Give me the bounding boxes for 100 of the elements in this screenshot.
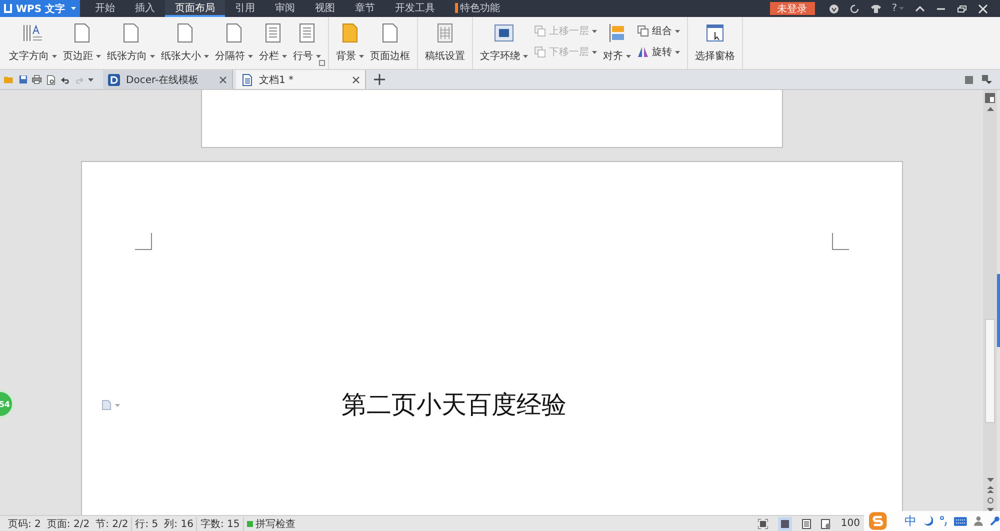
login-button[interactable]: 未登录: [770, 2, 815, 15]
ribbon-button[interactable]: 文字方向: [6, 20, 60, 69]
shirt-icon[interactable]: [870, 4, 881, 14]
page-icon: [74, 23, 90, 43]
layers-icon: [534, 25, 546, 37]
print-preview-icon[interactable]: [46, 74, 56, 86]
ribbon-button[interactable]: 纸张大小: [158, 20, 212, 69]
caret-icon: [592, 50, 597, 54]
panel-icon[interactable]: [965, 76, 973, 84]
ribbon-button[interactable]: 纸张方向: [104, 20, 158, 69]
page-text: 第二页小天百度经验: [342, 389, 566, 421]
tab-title: 文档1 *: [259, 74, 295, 86]
menu-tab[interactable]: 开发工具: [385, 0, 445, 17]
outline-view-icon[interactable]: [802, 518, 811, 528]
page-icon: [226, 23, 242, 43]
docer-logo-icon: [108, 74, 120, 86]
ribbon-button[interactable]: 页边距: [60, 20, 104, 69]
menu-tab[interactable]: 插入: [125, 0, 165, 17]
status-text: 节: 2/2: [94, 518, 130, 530]
lined-page-icon: [265, 23, 281, 43]
status-text: 字数: 15: [196, 516, 243, 530]
browse-object-icon[interactable]: [986, 497, 994, 504]
ime-mode[interactable]: 中: [904, 512, 917, 530]
document-tab[interactable]: 文档1 *: [236, 70, 366, 89]
caret-icon: [592, 30, 597, 32]
pane-icon: [706, 24, 724, 42]
fullscreen-icon[interactable]: [758, 518, 768, 528]
page-icon: [123, 23, 139, 43]
printer-icon[interactable]: [32, 74, 42, 85]
caret-icon: [626, 54, 631, 58]
close-icon[interactable]: [219, 76, 227, 84]
dropdown-icon[interactable]: [88, 78, 94, 82]
ribbon-button[interactable]: 行号: [290, 20, 324, 69]
caret-icon: [248, 54, 253, 58]
menu-tab[interactable]: 页面布局: [165, 0, 225, 17]
punctuation-icon[interactable]: [940, 516, 948, 526]
status-text: 列: 16: [163, 518, 194, 530]
ribbon-button[interactable]: 选择窗格: [692, 20, 738, 69]
caret-icon: [523, 54, 528, 58]
caret-icon: [204, 54, 209, 58]
previous-page-icon[interactable]: [986, 486, 994, 493]
ribbon-button[interactable]: 背景: [333, 20, 367, 69]
menu-tab[interactable]: 特色功能: [445, 0, 510, 17]
new-tab-icon[interactable]: [374, 74, 385, 85]
menu-tab[interactable]: 引用: [225, 0, 265, 17]
status-text: 页面: 2/2: [46, 518, 91, 530]
tab-title: Docer-在线模板: [126, 74, 200, 86]
keyboard-icon[interactable]: [954, 516, 968, 526]
ribbon-button[interactable]: 分栏: [256, 20, 290, 69]
page-icon: [177, 23, 193, 43]
collapse-icon[interactable]: [915, 4, 925, 12]
zoom-level[interactable]: 100: [840, 518, 860, 529]
caret-icon: [52, 54, 57, 58]
picture-frame-icon: [494, 24, 514, 42]
split-icon[interactable]: [985, 93, 995, 103]
caret-icon: [150, 54, 155, 58]
scroll-up-icon[interactable]: [986, 107, 994, 111]
document-tab[interactable]: Docer-在线模板: [103, 70, 233, 89]
squares-icon: [637, 25, 649, 37]
spell-check-status[interactable]: 拼写检查: [242, 516, 299, 530]
scroll-down-icon[interactable]: [986, 478, 994, 482]
ribbon-button[interactable]: 分隔符: [212, 20, 256, 69]
ribbon-button[interactable]: 旋转: [637, 45, 680, 59]
wrench-icon[interactable]: [990, 516, 1000, 526]
caret-icon: [675, 50, 680, 54]
help-button[interactable]: ?: [892, 3, 904, 14]
page-view-icon[interactable]: [778, 516, 792, 530]
page-icon: [342, 23, 358, 43]
save-icon[interactable]: [18, 74, 28, 85]
menu-tab[interactable]: 章节: [345, 0, 385, 17]
undo-icon[interactable]: [60, 74, 70, 84]
web-view-icon[interactable]: [820, 518, 831, 528]
caret-icon: [316, 54, 321, 58]
ribbon-button[interactable]: 页面边框: [367, 20, 413, 69]
ribbon-button[interactable]: 文字环绕: [477, 20, 531, 69]
moon-icon[interactable]: [924, 516, 933, 526]
ribbon-button[interactable]: 组合: [637, 24, 680, 38]
menu-tab[interactable]: 开始: [85, 0, 125, 17]
close-icon[interactable]: [352, 76, 360, 84]
menu-tab[interactable]: 视图: [305, 0, 345, 17]
restore-icon[interactable]: [957, 4, 967, 12]
caret-icon: [96, 54, 101, 58]
lined-page-icon: [299, 23, 315, 43]
dialog-launcher-icon[interactable]: [319, 60, 325, 66]
app-menu-button[interactable]: WPS 文字: [0, 0, 80, 17]
person-icon[interactable]: [974, 516, 984, 526]
status-text: 行: 5: [131, 516, 162, 530]
text-direction-icon: [22, 23, 44, 43]
triangle-icon: [637, 46, 649, 58]
panel-menu-icon[interactable]: [982, 75, 992, 84]
ribbon-button[interactable]: 稿纸设置: [422, 20, 468, 69]
document-icon: [241, 74, 253, 86]
caret-icon: [71, 7, 76, 10]
menu-tab[interactable]: 审阅: [265, 0, 305, 17]
caret-icon: [282, 54, 287, 58]
wps-logo-icon: [4, 4, 12, 13]
align-icon: [609, 23, 625, 43]
scroll-thumb[interactable]: [985, 319, 995, 423]
ribbon-button[interactable]: 对齐: [600, 20, 634, 69]
caret-icon: [899, 7, 904, 10]
